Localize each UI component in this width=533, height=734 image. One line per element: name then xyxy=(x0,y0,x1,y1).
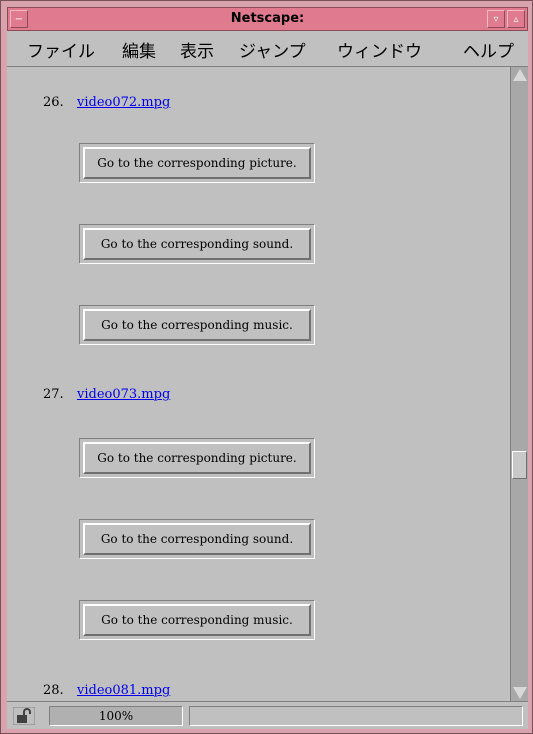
button-frame: Go to the corresponding music. xyxy=(79,600,315,640)
scroll-thumb[interactable] xyxy=(512,451,527,479)
menu-edit[interactable]: 編集 xyxy=(122,37,156,62)
video-link[interactable]: video073.mpg xyxy=(77,387,170,402)
status-bar: 100% xyxy=(7,701,528,729)
security-lock-icon[interactable] xyxy=(13,707,35,725)
menu-window[interactable]: ウィンドウ xyxy=(337,37,422,62)
button-frame: Go to the corresponding music. xyxy=(79,305,315,345)
zoom-level: 100% xyxy=(49,706,183,726)
window-title: Netscape: xyxy=(230,11,305,26)
video-link[interactable]: video072.mpg xyxy=(77,95,170,110)
status-message xyxy=(189,706,523,726)
entry-number: 27. xyxy=(43,387,64,402)
video-link[interactable]: video081.mpg xyxy=(77,683,170,698)
button-frame: Go to the corresponding sound. xyxy=(79,224,315,264)
browser-window: − Netscape: ▿ ▵ ファイル 編集 表示 ジャンプ ウィンドウ ヘル… xyxy=(0,0,533,734)
go-to-music-button[interactable]: Go to the corresponding music. xyxy=(83,309,311,341)
minimize-icon[interactable]: ▿ xyxy=(487,10,505,28)
vertical-scrollbar[interactable] xyxy=(510,67,528,701)
menu-file[interactable]: ファイル xyxy=(27,37,95,62)
maximize-icon[interactable]: ▵ xyxy=(507,10,525,28)
menu-view[interactable]: 表示 xyxy=(180,37,214,62)
scroll-up-arrow-icon[interactable] xyxy=(513,69,527,81)
title-bar[interactable]: − Netscape: ▿ ▵ xyxy=(7,7,528,31)
page-content: 26. video072.mpg Go to the corresponding… xyxy=(7,67,510,701)
entry-number: 28. xyxy=(43,683,64,698)
go-to-music-button[interactable]: Go to the corresponding music. xyxy=(83,604,311,636)
go-to-picture-button[interactable]: Go to the corresponding picture. xyxy=(83,147,311,179)
button-frame: Go to the corresponding picture. xyxy=(79,438,315,478)
menu-go[interactable]: ジャンプ xyxy=(239,37,306,62)
button-frame: Go to the corresponding picture. xyxy=(79,143,315,183)
menu-help[interactable]: ヘルプ xyxy=(463,37,514,62)
go-to-sound-button[interactable]: Go to the corresponding sound. xyxy=(83,523,311,555)
scroll-down-arrow-icon[interactable] xyxy=(513,687,527,699)
entry-number: 26. xyxy=(43,95,64,110)
go-to-picture-button[interactable]: Go to the corresponding picture. xyxy=(83,442,311,474)
button-frame: Go to the corresponding sound. xyxy=(79,519,315,559)
menu-bar: ファイル 編集 表示 ジャンプ ウィンドウ ヘルプ xyxy=(7,31,528,67)
go-to-sound-button[interactable]: Go to the corresponding sound. xyxy=(83,228,311,260)
